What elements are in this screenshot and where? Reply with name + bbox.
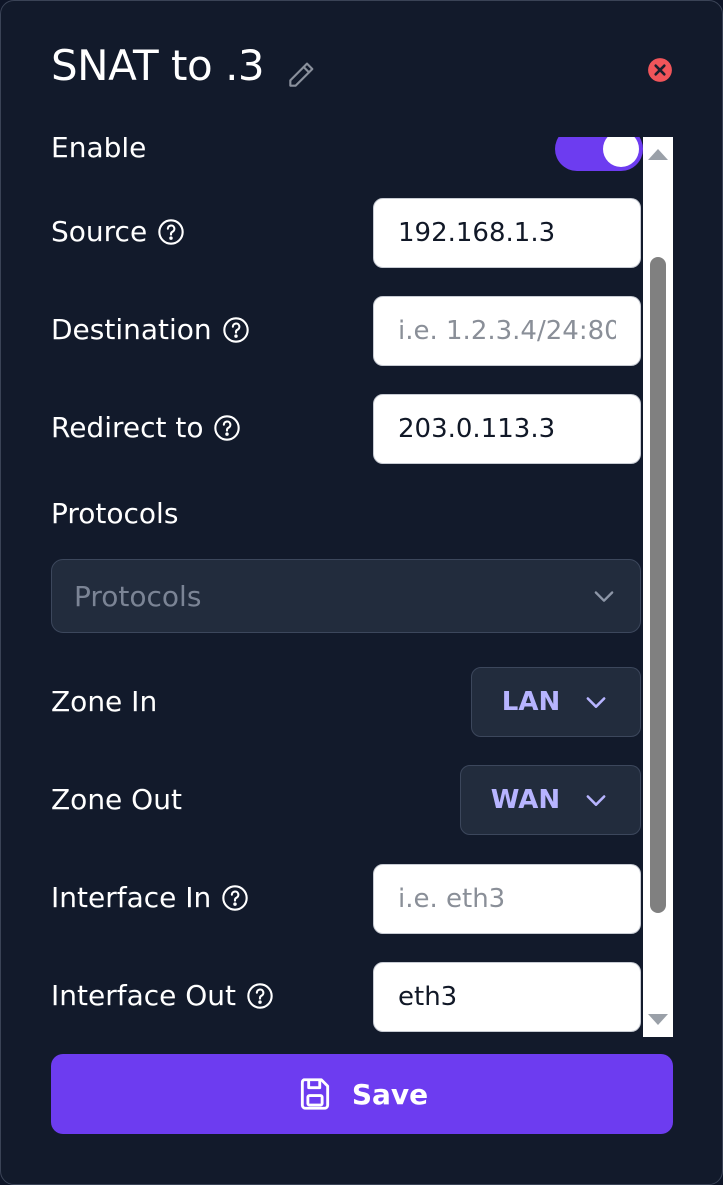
pencil-icon[interactable] [285,59,317,91]
redirect-input[interactable] [373,394,641,464]
interface-out-label: Interface Out [51,979,237,1012]
redirect-label: Redirect to [51,411,204,444]
help-icon[interactable] [221,884,249,912]
interface-out-input[interactable] [373,962,641,1032]
scroll-down-arrow[interactable] [648,1014,668,1025]
form-scroll-area[interactable]: Enable Source Destination Redi [1,137,643,1037]
help-icon[interactable] [213,414,241,442]
chevron-down-icon [586,795,606,806]
zone-out-value: WAN [490,785,561,815]
scroll-up-arrow[interactable] [648,149,668,160]
protocols-label: Protocols [51,497,179,530]
source-label: Source [51,215,148,248]
enable-label: Enable [51,137,147,164]
zone-in-select[interactable]: LAN [471,667,641,737]
zone-in-value: LAN [501,687,561,717]
redirect-label-row: Redirect to [51,411,241,444]
save-label: Save [351,1077,429,1111]
toggle-knob [603,137,639,167]
chevron-down-icon [586,697,606,708]
scrollbar[interactable] [643,137,673,1037]
enable-toggle[interactable] [555,137,643,171]
interface-in-label: Interface In [51,881,212,914]
zone-out-select[interactable]: WAN [460,765,641,835]
save-icon [300,1078,329,1110]
zone-in-label: Zone In [51,685,158,718]
source-input[interactable] [373,198,641,268]
help-icon[interactable] [157,218,185,246]
scrollbar-thumb[interactable] [650,257,666,913]
protocols-select[interactable]: Protocols [51,559,641,633]
destination-input[interactable] [373,296,641,366]
protocols-placeholder: Protocols [74,579,202,613]
interface-out-label-row: Interface Out [51,979,274,1012]
help-icon[interactable] [222,316,250,344]
dialog-title: SNAT to .3 [51,41,265,90]
chevron-down-icon [594,591,614,602]
help-icon[interactable] [246,982,274,1010]
destination-label-row: Destination [51,313,250,346]
snat-dialog: SNAT to .3 Enable Source Destination [0,0,723,1185]
zone-out-label: Zone Out [51,783,182,816]
interface-in-input[interactable] [373,864,641,934]
close-icon[interactable] [647,57,673,83]
save-button[interactable]: Save [51,1054,673,1134]
destination-label: Destination [51,313,212,346]
interface-in-label-row: Interface In [51,881,249,914]
source-label-row: Source [51,215,185,248]
